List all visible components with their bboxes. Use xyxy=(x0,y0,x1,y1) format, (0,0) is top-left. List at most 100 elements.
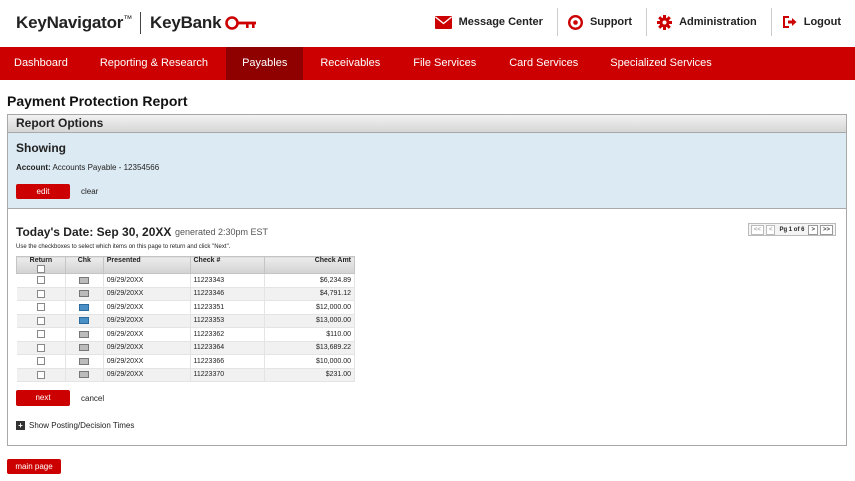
logout-icon xyxy=(782,16,797,28)
row-presented: 09/29/20XX xyxy=(103,273,191,288)
main-nav: Dashboard Reporting & Research Payables … xyxy=(0,47,855,80)
pager-next-button[interactable]: > xyxy=(808,224,818,235)
pager-label: Pg 1 of 6 xyxy=(779,226,805,233)
row-return-checkbox[interactable] xyxy=(36,370,45,379)
showing-title: Showing xyxy=(16,141,66,155)
check-image-blue-icon[interactable] xyxy=(79,317,90,325)
report-options-header: Report Options xyxy=(8,115,846,133)
todays-date-label: Today's Date: xyxy=(16,225,94,239)
pager: << < Pg 1 of 6 > >> xyxy=(747,223,836,236)
check-image-icon[interactable] xyxy=(79,344,90,352)
table-row: 09/29/20XX 11223346 $4,791.12 xyxy=(16,287,355,301)
row-return-checkbox[interactable] xyxy=(36,276,45,285)
support-link[interactable]: Support xyxy=(556,8,646,36)
check-image-icon[interactable] xyxy=(79,330,90,338)
edit-button[interactable]: edit xyxy=(16,184,70,199)
row-presented: 09/29/20XX xyxy=(103,327,191,342)
nav-payables[interactable]: Payables xyxy=(226,47,304,80)
generated-time: generated 2:30pm EST xyxy=(175,227,269,237)
col-check-amt: Check Amt xyxy=(264,256,355,274)
nav-receivables[interactable]: Receivables xyxy=(303,47,397,80)
nav-specialized-services[interactable]: Specialized Services xyxy=(595,47,728,80)
check-image-icon[interactable] xyxy=(79,290,90,298)
gear-icon xyxy=(657,14,673,30)
row-check-no: 11223346 xyxy=(190,287,266,301)
logout-link[interactable]: Logout xyxy=(770,8,855,36)
row-presented: 09/29/20XX xyxy=(103,287,191,301)
brand-divider xyxy=(140,12,142,34)
cancel-link[interactable]: cancel xyxy=(81,394,104,403)
row-amount: $110.00 xyxy=(264,327,355,342)
showing-section: Showing Account: Accounts Payable - 1235… xyxy=(8,133,846,209)
table-row: 09/29/20XX 11223353 $13,000.00 xyxy=(16,314,355,328)
row-check-no: 11223351 xyxy=(190,300,266,315)
check-image-blue-icon[interactable] xyxy=(79,303,90,311)
checks-table: Return Chk Presented Check # Check Amt 0… xyxy=(16,256,355,382)
row-check-no: 11223366 xyxy=(190,354,266,369)
next-button[interactable]: next xyxy=(16,390,70,406)
todays-date-value: Sep 30, 20XX xyxy=(96,225,172,239)
product-name: KeyNavigator™ xyxy=(16,13,133,32)
todays-date: Today's Date: Sep 30, 20XX xyxy=(16,225,171,239)
row-check-no: 11223362 xyxy=(190,327,266,342)
message-center-label: Message Center xyxy=(458,16,543,28)
row-presented: 09/29/20XX xyxy=(103,368,191,382)
row-presented: 09/29/20XX xyxy=(103,314,191,328)
row-amount: $13,689.22 xyxy=(264,341,355,355)
nav-card-services[interactable]: Card Services xyxy=(492,47,595,80)
row-return-checkbox[interactable] xyxy=(36,316,45,325)
show-times-label: Show Posting/Decision Times xyxy=(29,421,135,430)
header: KeyNavigator™ KeyBank Message Center Sup… xyxy=(0,0,855,47)
utility-nav: Message Center Support Administration Lo… xyxy=(425,8,855,36)
table-row: 09/29/20XX 11223364 $13,689.22 xyxy=(16,341,355,355)
main-page-button[interactable]: main page xyxy=(7,459,61,474)
nav-dashboard[interactable]: Dashboard xyxy=(0,47,84,80)
logout-label: Logout xyxy=(803,16,841,28)
clear-link[interactable]: clear xyxy=(81,187,98,196)
col-return-label: Return xyxy=(29,257,53,264)
col-chk: Chk xyxy=(64,256,104,274)
row-check-no: 11223343 xyxy=(190,273,266,288)
row-return-checkbox[interactable] xyxy=(36,289,45,298)
row-amount: $231.00 xyxy=(264,368,355,382)
row-check-no: 11223364 xyxy=(190,341,266,355)
instructions-text: Use the checkboxes to select which items… xyxy=(16,244,231,250)
message-center-link[interactable]: Message Center xyxy=(425,8,557,36)
pager-first-button[interactable]: << xyxy=(750,224,764,235)
table-row: 09/29/20XX 11223351 $12,000.00 xyxy=(16,300,355,315)
check-image-icon[interactable] xyxy=(79,371,90,379)
check-image-icon[interactable] xyxy=(79,276,90,284)
table-row: 09/29/20XX 11223343 $6,234.89 xyxy=(16,273,355,288)
row-return-checkbox[interactable] xyxy=(36,303,45,312)
select-all-checkbox[interactable] xyxy=(36,265,45,273)
account-value: Accounts Payable - 12354566 xyxy=(52,163,160,172)
table-row: 09/29/20XX 11223366 $10,000.00 xyxy=(16,354,355,369)
nav-file-services[interactable]: File Services xyxy=(397,47,492,80)
report-panel: Report Options Showing Account: Accounts… xyxy=(7,114,847,446)
administration-link[interactable]: Administration xyxy=(646,8,771,36)
lifebuoy-icon xyxy=(567,14,583,30)
table-row: 09/29/20XX 11223362 $110.00 xyxy=(16,327,355,342)
row-presented: 09/29/20XX xyxy=(103,354,191,369)
page-title: Payment Protection Report xyxy=(7,93,188,109)
nav-reporting-research[interactable]: Reporting & Research xyxy=(84,47,226,80)
brand-logo[interactable]: KeyNavigator™ KeyBank xyxy=(16,12,257,34)
col-return: Return xyxy=(16,256,66,274)
row-return-checkbox[interactable] xyxy=(36,343,45,352)
bank-name: KeyBank xyxy=(150,13,222,32)
check-image-icon[interactable] xyxy=(79,357,90,365)
account-line: Account: Accounts Payable - 12354566 xyxy=(16,163,159,172)
table-row: 09/29/20XX 11223370 $231.00 xyxy=(16,368,355,382)
row-return-checkbox[interactable] xyxy=(36,330,45,339)
show-times-toggle[interactable]: + Show Posting/Decision Times xyxy=(16,421,134,430)
support-label: Support xyxy=(589,16,633,28)
row-return-checkbox[interactable] xyxy=(36,357,45,366)
pager-prev-button[interactable]: < xyxy=(765,224,776,235)
col-check-no: Check # xyxy=(189,256,266,274)
administration-label: Administration xyxy=(679,16,757,28)
account-label: Account: xyxy=(16,163,51,172)
pager-last-button[interactable]: >> xyxy=(819,224,833,235)
row-presented: 09/29/20XX xyxy=(103,341,191,355)
key-logo-icon xyxy=(225,16,257,30)
envelope-icon xyxy=(434,15,452,29)
